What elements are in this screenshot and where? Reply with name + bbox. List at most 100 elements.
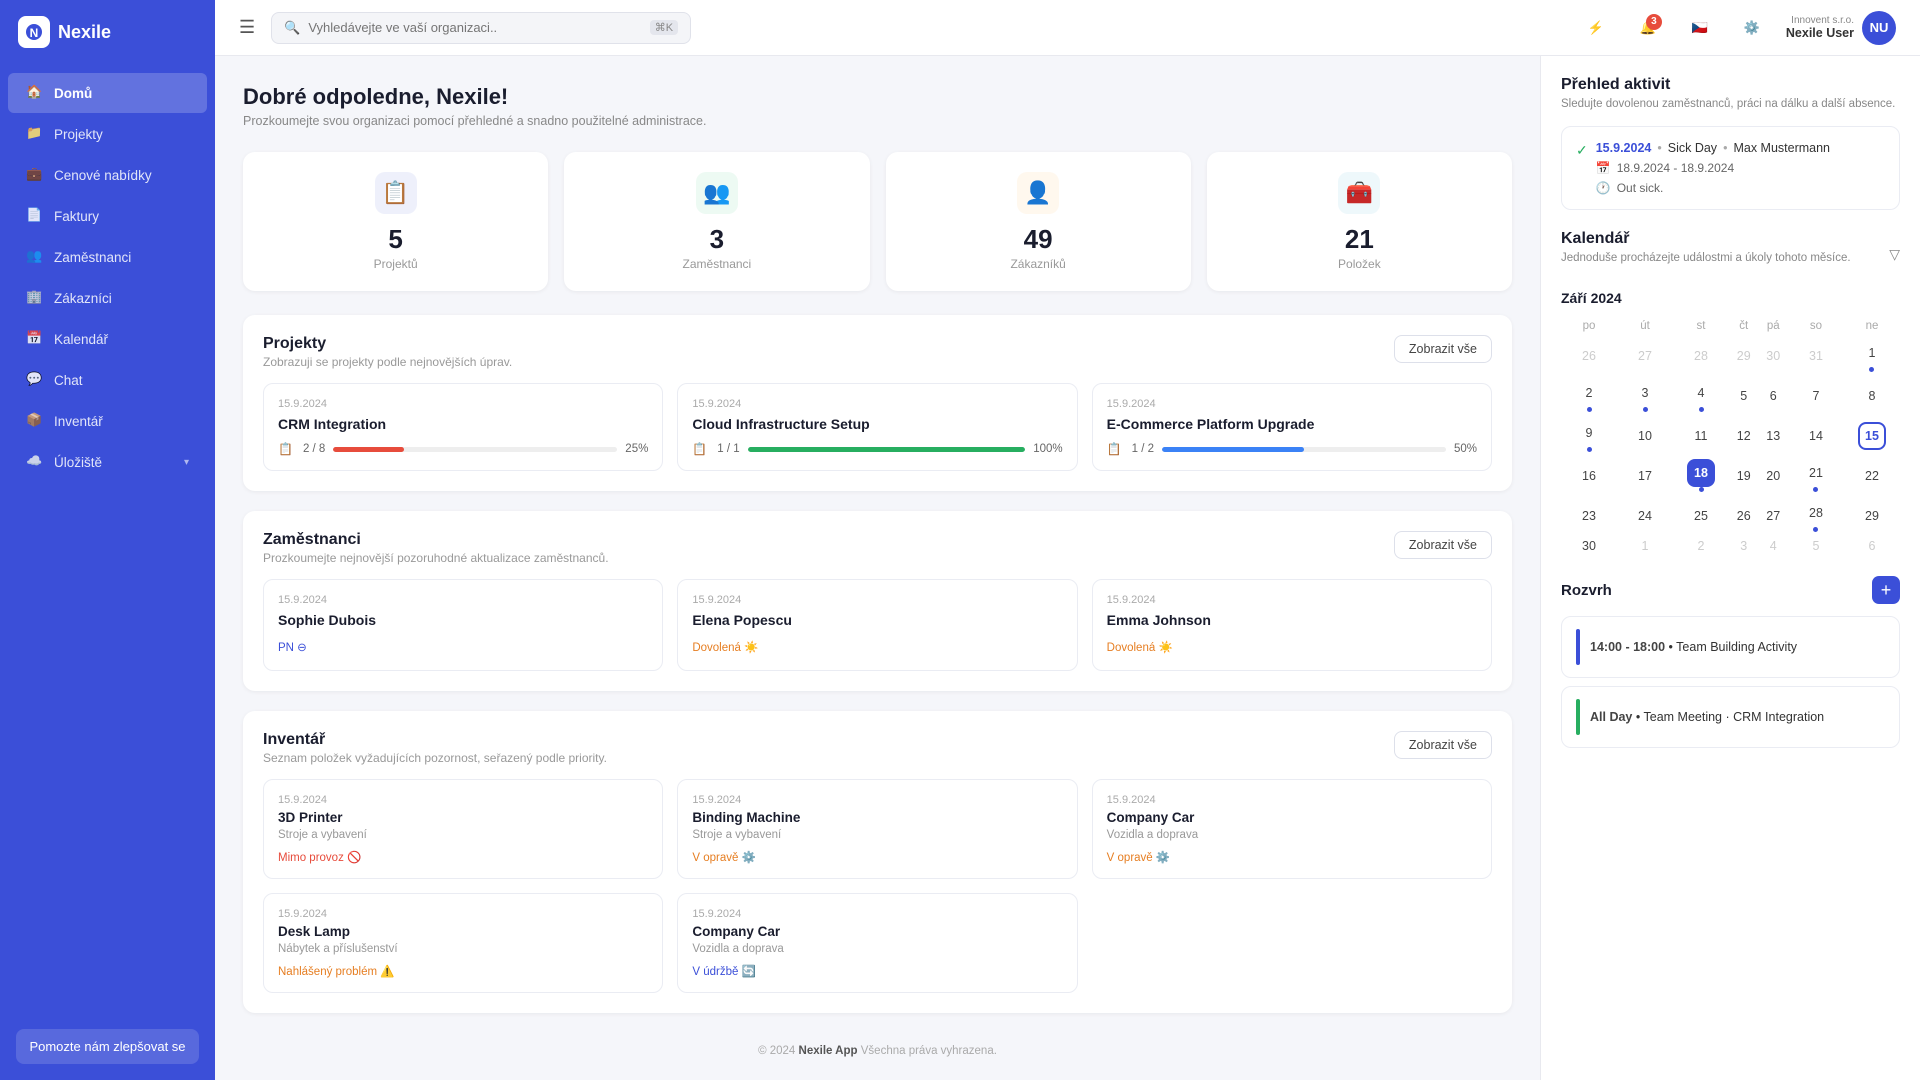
calendar-day[interactable]: 14 [1788, 416, 1844, 456]
act-date: 15.9.2024 [1596, 141, 1652, 155]
user-name: Nexile User [1786, 26, 1854, 40]
calendar-day[interactable]: 6 [1758, 376, 1787, 416]
menu-icon[interactable]: ☰ [239, 17, 255, 38]
notification-button[interactable]: 🔔 3 [1630, 10, 1666, 46]
help-button[interactable]: Pomozte nám zlepšovat se [16, 1029, 199, 1064]
calendar-day[interactable]: 5 [1788, 536, 1844, 556]
sidebar-item-inventar[interactable]: 📦 Inventář [8, 401, 207, 441]
main-area: ☰ 🔍 ⌘K ⚡ 🔔 3 🇨🇿 ⚙️ Innovent s.r.o. Nexil… [215, 0, 1920, 1080]
search-input[interactable] [308, 20, 641, 35]
calendar-day[interactable]: 30 [1758, 336, 1787, 376]
employee-card[interactable]: 15.9.2024 Elena Popescu Dovolená ☀️ [677, 579, 1077, 671]
calendar-day[interactable]: 13 [1758, 416, 1787, 456]
page-title: Dobré odpoledne, Nexile! [243, 84, 1512, 110]
sidebar-item-projekty[interactable]: 📁 Projekty [8, 114, 207, 154]
calendar-day[interactable]: 11 [1673, 416, 1729, 456]
projects-show-all[interactable]: Zobrazit vše [1394, 335, 1492, 363]
svg-text:N: N [30, 26, 39, 40]
calendar-day[interactable]: 18 [1673, 456, 1729, 496]
sidebar-label-zamestnanci: Zaměstnanci [54, 250, 131, 265]
calendar-day[interactable]: 21 [1788, 456, 1844, 496]
calendar-day[interactable]: 12 [1729, 416, 1758, 456]
add-schedule-button[interactable]: + [1872, 576, 1900, 604]
calendar-day[interactable]: 17 [1617, 456, 1673, 496]
sidebar-label-uloziste: Úložiště [54, 455, 102, 470]
logo[interactable]: N Nexile [0, 0, 215, 64]
calendar-day[interactable]: 27 [1617, 336, 1673, 376]
inventory-card[interactable]: 15.9.2024 Company Car Vozidla a doprava … [1092, 779, 1492, 879]
calendar-day[interactable]: 3 [1729, 536, 1758, 556]
activity-content: 15.9.2024 • Sick Day • Max Mustermann 📅 … [1596, 141, 1830, 195]
calendar-day[interactable]: 19 [1729, 456, 1758, 496]
calendar-day[interactable]: 2 [1561, 376, 1617, 416]
sidebar-item-uloziste[interactable]: ☁️ Úložiště ▾ [8, 442, 207, 482]
inventory-card[interactable]: 15.9.2024 Desk Lamp Nábytek a příslušens… [263, 893, 663, 993]
calendar-day[interactable]: 26 [1561, 336, 1617, 376]
sidebar-item-zakaznici[interactable]: 🏢 Zákazníci [8, 278, 207, 318]
projekty-icon: 📁 [26, 125, 44, 143]
project-card[interactable]: 15.9.2024 Cloud Infrastructure Setup 📋 1… [677, 383, 1077, 471]
flag-icon[interactable]: 🇨🇿 [1682, 10, 1718, 46]
calendar-day[interactable]: 9 [1561, 416, 1617, 456]
calendar-day[interactable]: 24 [1617, 496, 1673, 536]
task-icon: 📋 [692, 442, 707, 456]
calendar-day[interactable]: 10 [1617, 416, 1673, 456]
calendar-day[interactable]: 15 [1844, 416, 1900, 456]
sidebar-nav: 🏠 Domů 📁 Projekty 💼 Cenové nabídky 📄 Fak… [0, 64, 215, 1013]
calendar-day[interactable]: 31 [1788, 336, 1844, 376]
project-card[interactable]: 15.9.2024 CRM Integration 📋 2 / 8 25% [263, 383, 663, 471]
calendar-subtitle: Jednoduše procházejte událostmi a úkoly … [1561, 252, 1851, 264]
calendar-day[interactable]: 20 [1758, 456, 1787, 496]
inventory-card[interactable]: 15.9.2024 Company Car Vozidla a doprava … [677, 893, 1077, 993]
calendar-day[interactable]: 8 [1844, 376, 1900, 416]
calendar-day[interactable]: 1 [1617, 536, 1673, 556]
calendar-day[interactable]: 25 [1673, 496, 1729, 536]
employee-card[interactable]: 15.9.2024 Emma Johnson Dovolená ☀️ [1092, 579, 1492, 671]
calendar-day[interactable]: 29 [1729, 336, 1758, 376]
sidebar-item-zamestnanci[interactable]: 👥 Zaměstnanci [8, 237, 207, 277]
calendar-day[interactable]: 26 [1729, 496, 1758, 536]
calendar-day[interactable]: 4 [1673, 376, 1729, 416]
sidebar-item-cenove-nabidky[interactable]: 💼 Cenové nabídky [8, 155, 207, 195]
inventory-card[interactable]: 15.9.2024 Binding Machine Stroje a vybav… [677, 779, 1077, 879]
calendar-filter-button[interactable]: ▽ [1889, 246, 1900, 263]
inventory-card[interactable]: 15.9.2024 3D Printer Stroje a vybavení M… [263, 779, 663, 879]
card-title: CRM Integration [278, 416, 648, 432]
employees-show-all[interactable]: Zobrazit vše [1394, 531, 1492, 559]
progress-fill [333, 447, 404, 452]
calendar-day[interactable]: 4 [1758, 536, 1787, 556]
calendar-day[interactable]: 2 [1673, 536, 1729, 556]
schedule-item: 14:00 - 18:00 • Team Building Activity [1561, 616, 1900, 678]
calendar-day[interactable]: 7 [1788, 376, 1844, 416]
sidebar-item-domu[interactable]: 🏠 Domů [8, 73, 207, 113]
user-info[interactable]: Innovent s.r.o. Nexile User NU [1786, 11, 1896, 45]
calendar-day[interactable]: 29 [1844, 496, 1900, 536]
calendar-day[interactable]: 23 [1561, 496, 1617, 536]
inv-status: V údržbě 🔄 [692, 964, 756, 978]
calendar-day[interactable]: 3 [1617, 376, 1673, 416]
employee-card[interactable]: 15.9.2024 Sophie Dubois PN ⊖ [263, 579, 663, 671]
sidebar-item-kalendar[interactable]: 📅 Kalendář [8, 319, 207, 359]
calendar-day[interactable]: 28 [1788, 496, 1844, 536]
sidebar-label-chat: Chat [54, 373, 83, 388]
activity-title: Přehled aktivit [1561, 76, 1900, 94]
sched-accent [1576, 699, 1580, 735]
calendar-day[interactable]: 27 [1758, 496, 1787, 536]
calendar-day[interactable]: 22 [1844, 456, 1900, 496]
header: ☰ 🔍 ⌘K ⚡ 🔔 3 🇨🇿 ⚙️ Innovent s.r.o. Nexil… [215, 0, 1920, 56]
calendar-day[interactable]: 1 [1844, 336, 1900, 376]
calendar-header: Kalendář Jednoduše procházejte událostmi… [1561, 230, 1900, 278]
calendar-day[interactable]: 28 [1673, 336, 1729, 376]
inventory-show-all[interactable]: Zobrazit vše [1394, 731, 1492, 759]
lightning-icon[interactable]: ⚡ [1578, 10, 1614, 46]
project-card[interactable]: 15.9.2024 E-Commerce Platform Upgrade 📋 … [1092, 383, 1492, 471]
calendar-day[interactable]: 5 [1729, 376, 1758, 416]
settings-icon[interactable]: ⚙️ [1734, 10, 1770, 46]
calendar-day[interactable]: 6 [1844, 536, 1900, 556]
domu-icon: 🏠 [26, 84, 44, 102]
emp-date: 15.9.2024 [692, 594, 1062, 606]
sidebar-item-chat[interactable]: 💬 Chat [8, 360, 207, 400]
calendar-day[interactable]: 30 [1561, 536, 1617, 556]
calendar-day[interactable]: 16 [1561, 456, 1617, 496]
sidebar-item-faktury[interactable]: 📄 Faktury [8, 196, 207, 236]
